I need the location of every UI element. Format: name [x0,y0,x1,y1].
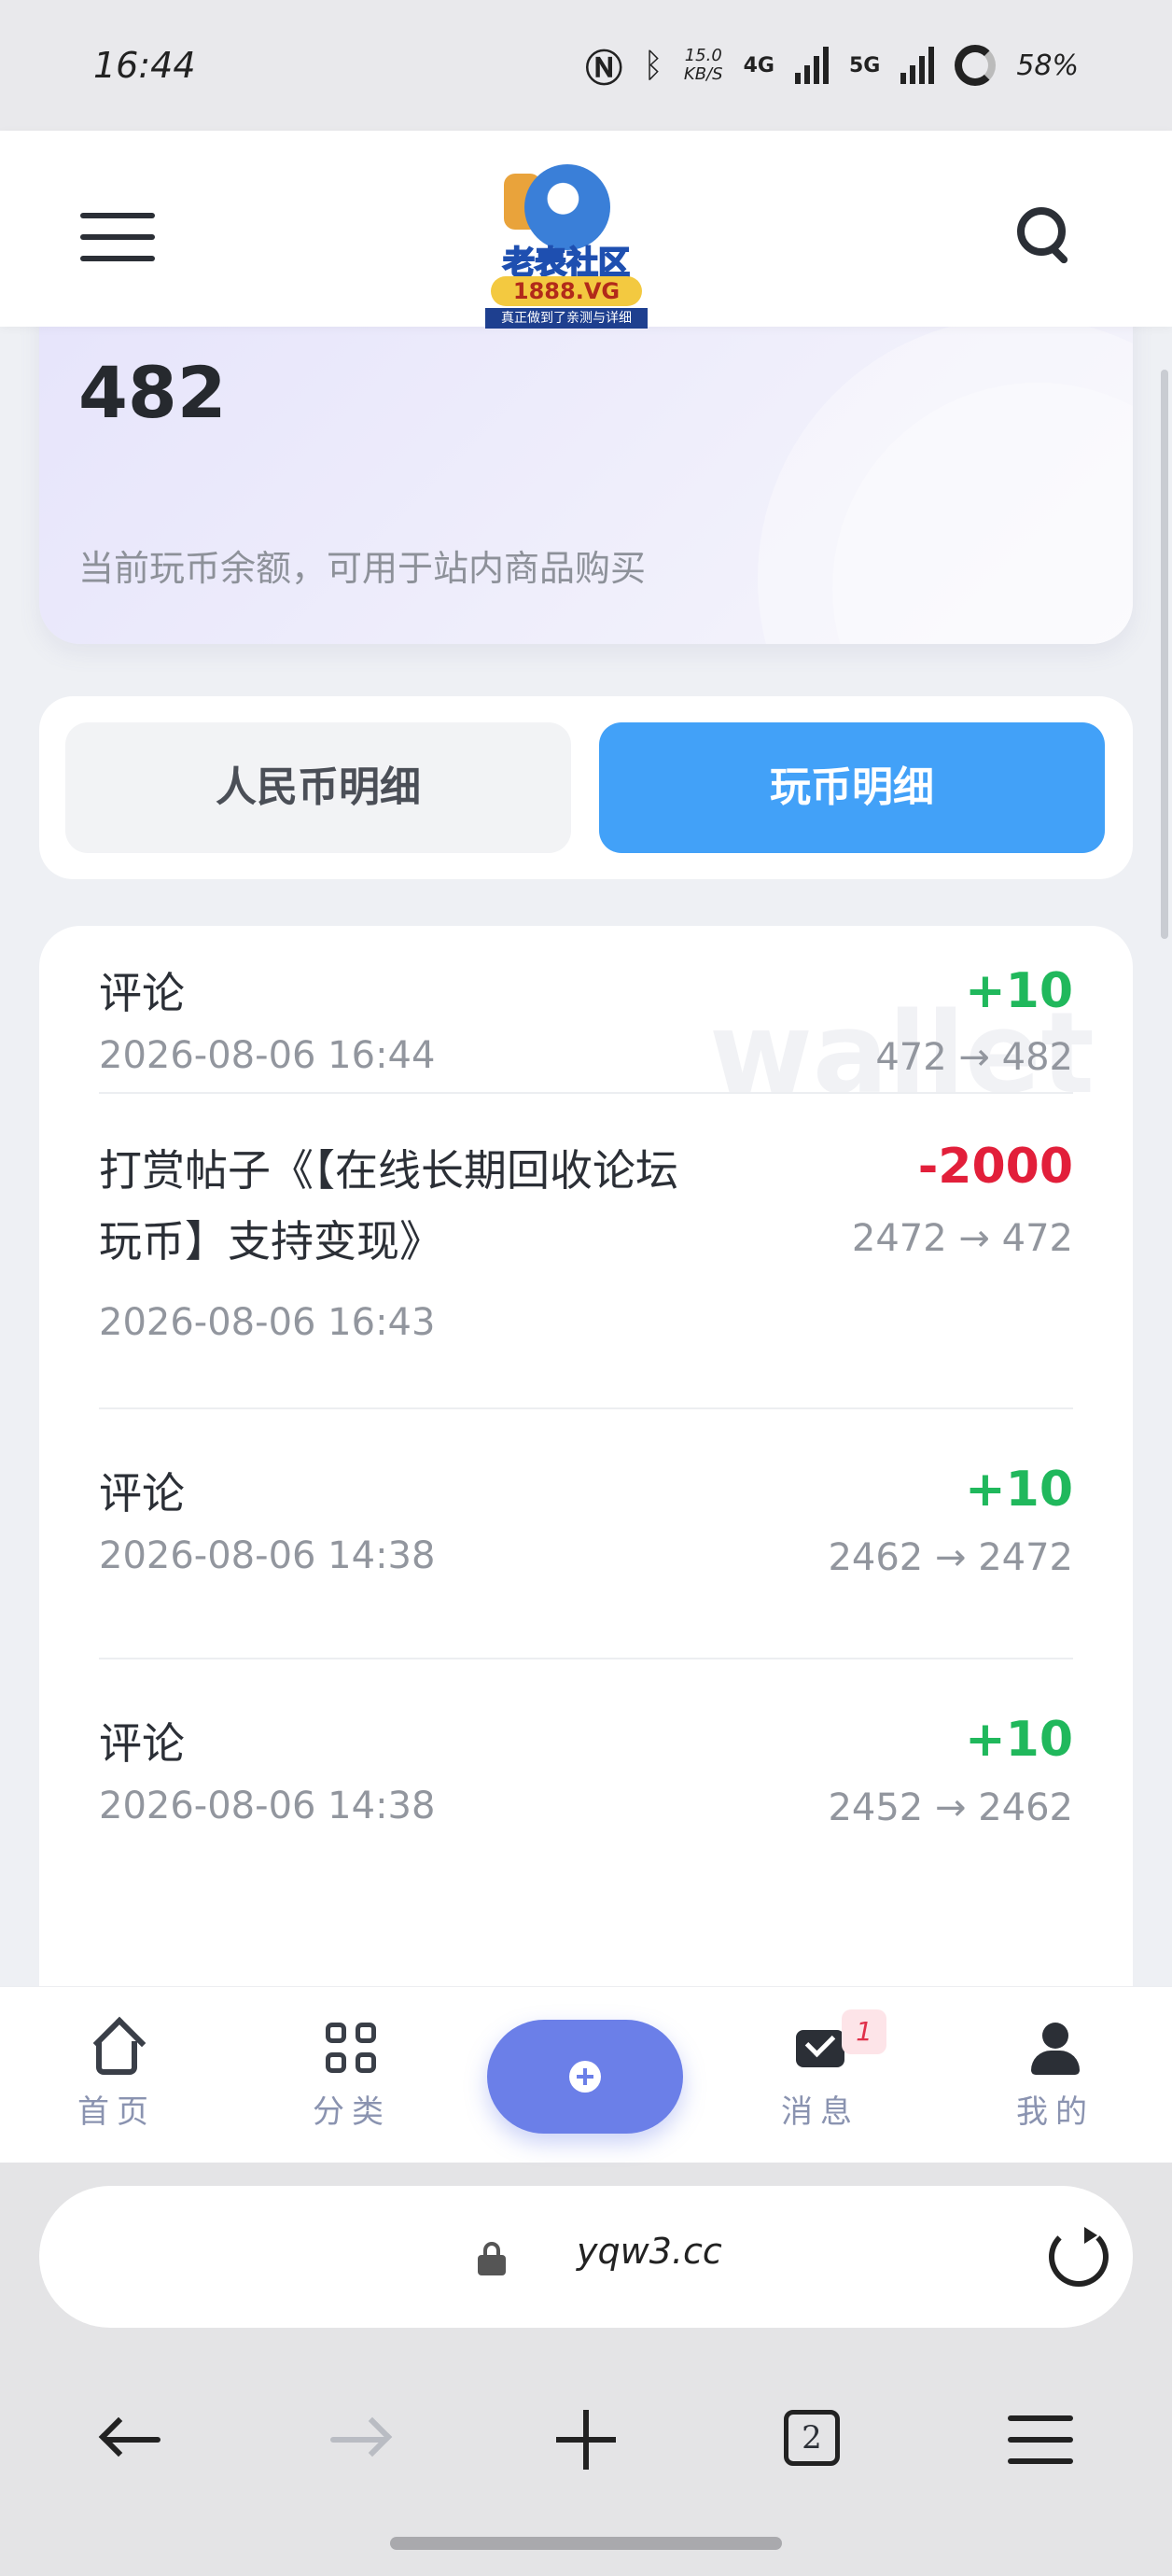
plus-circle-icon [569,2061,601,2093]
transaction-list: wallet 评论 2026-08-06 16:44 +10 472 → 482… [39,926,1133,2093]
lock-icon [478,2242,506,2275]
app-header: 老表社区 1888.VG 真正做到了亲测与详细 [0,131,1172,329]
balance-amount: 482 [78,351,227,434]
tab-coin-details[interactable]: 玩币明细 [599,722,1105,853]
tab-rmb-details[interactable]: 人民币明细 [65,722,571,853]
status-icons: Ⓝ ᛒ 15.0 KB/S 4G 5G 58% [585,38,1079,92]
record-amount: +10 [965,1712,1073,1768]
record-title: 评论 [99,1468,185,1519]
site-logo[interactable]: 老表社区 1888.VG 真正做到了亲测与详细 [467,164,666,329]
list-item[interactable]: 评论 2026-08-06 14:38 +10 2462 → 2472 [99,1407,1073,1659]
network-5g: 5G [848,53,881,77]
tab-count: 2 [784,2410,840,2466]
nfc-icon: Ⓝ [585,48,623,91]
browser-toolbar: yqw3.cc 2 [0,2162,1172,2576]
record-balance-change: 2452 → 2462 [828,1786,1073,1829]
record-time: 2026-08-06 16:43 [99,1301,436,1344]
grid-icon [324,2021,380,2077]
nav-category[interactable]: 分类 [282,2021,422,2132]
record-amount: -2000 [917,1139,1073,1195]
home-indicator[interactable] [390,2537,782,2550]
home-icon [89,2016,146,2077]
signal-icon [794,47,829,84]
address-bar[interactable]: yqw3.cc [39,2186,1133,2328]
user-icon [1027,2021,1083,2077]
list-item[interactable]: 打赏帖子《【在线长期回收论坛 玩币】支持变现》 2026-08-06 16:43… [99,1092,1073,1409]
forward-button[interactable] [323,2402,398,2477]
list-item[interactable]: 评论 2026-08-06 14:38 +10 2452 → 2462 [99,1658,1073,1908]
nav-home-label: 首页 [77,2093,156,2131]
detail-tabs: 人民币明细 玩币明细 [39,696,1133,879]
list-item[interactable]: 评论 2026-08-06 16:44 +10 472 → 482 [99,926,1073,1094]
battery-icon [955,45,997,86]
message-count-badge: 1 [842,2009,886,2054]
nav-mine-label: 我的 [1016,2093,1095,2131]
page-scrollbar[interactable] [1161,370,1168,939]
record-title: 评论 [99,968,185,1018]
record-balance-change: 2462 → 2472 [828,1536,1073,1579]
balance-card: 482 当前玩币余额，可用于站内商品购买 [39,280,1133,644]
url-text: yqw3.cc [577,2231,722,2272]
reload-icon[interactable] [1049,2227,1109,2287]
nav-category-label: 分类 [313,2093,391,2131]
nav-mine[interactable]: 我的 [985,2021,1125,2132]
record-balance-change: 2472 → 472 [851,1217,1073,1260]
create-post-button[interactable] [487,2020,683,2134]
net-speed: 15.0 KB/S [683,46,723,84]
nav-messages-label: 消息 [781,2093,859,2131]
browser-menu-button[interactable] [1002,2402,1077,2477]
record-balance-change: 472 → 482 [875,1036,1073,1079]
nav-home[interactable]: 首页 [47,2016,187,2132]
menu-icon[interactable] [80,213,155,261]
record-time: 2026-08-06 14:38 [99,1785,436,1827]
record-title: 评论 [99,1718,185,1769]
status-bar: 16:44 Ⓝ ᛒ 15.0 KB/S 4G 5G 58% [0,0,1172,131]
record-amount: +10 [965,1462,1073,1518]
tabs-button[interactable]: 2 [774,2402,849,2477]
logo-domain: 1888.VG [491,276,642,306]
record-amount: +10 [965,963,1073,1019]
bluetooth-icon: ᛒ [643,46,663,85]
mail-icon [792,2021,848,2077]
network-4g: 4G [743,53,774,77]
new-tab-button[interactable] [549,2402,623,2477]
record-title: 打赏帖子《【在线长期回收论坛 玩币】支持变现》 [99,1145,678,1267]
search-icon[interactable] [1013,203,1075,265]
balance-description: 当前玩币余额，可用于站内商品购买 [78,548,647,589]
record-time: 2026-08-06 14:38 [99,1534,436,1577]
record-time: 2026-08-06 16:44 [99,1034,436,1077]
logo-tagline: 真正做到了亲测与详细 [485,308,648,329]
back-button[interactable] [95,2402,170,2477]
battery-level: 58% [1016,49,1079,82]
status-time: 16:44 [93,45,196,86]
signal-icon-2 [900,47,935,84]
